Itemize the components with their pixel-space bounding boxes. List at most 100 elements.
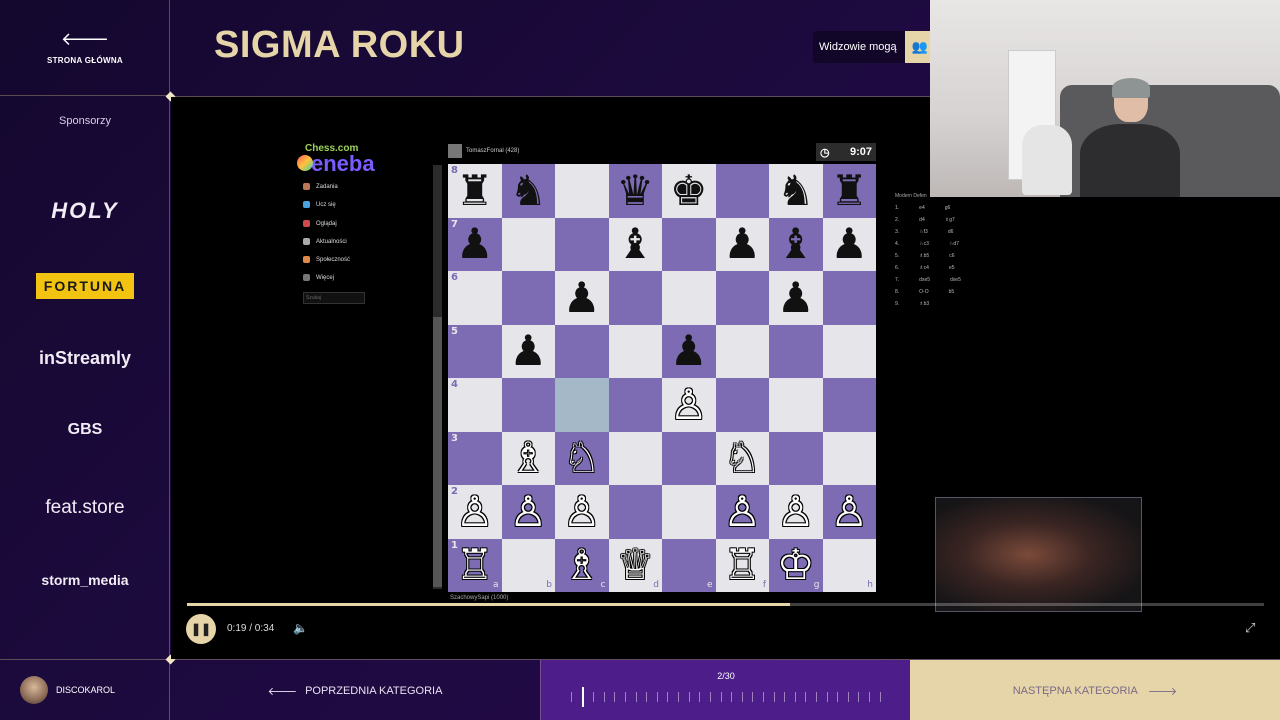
category-tick: [773, 692, 775, 702]
category-tick: [571, 692, 572, 702]
board-square: [715, 164, 769, 218]
board-square: ♟: [555, 271, 609, 325]
category-tick: [752, 692, 754, 702]
category-tick: [656, 692, 658, 702]
category-tick: [699, 692, 701, 702]
sponsor-logo-stormmedia[interactable]: storm_media: [0, 572, 170, 588]
chess-nav-item: Aktualności: [303, 238, 347, 245]
category-tick-active: [581, 687, 584, 707]
category-tick: [635, 692, 637, 702]
news-icon: [303, 238, 310, 245]
board-square: [662, 217, 716, 271]
category-tick: [837, 692, 839, 702]
chess-nav-label: Aktualności: [316, 238, 347, 245]
opening-name: Modern Defen: [895, 193, 927, 199]
sponsor-logo-instreamly[interactable]: inStreamly: [0, 348, 170, 369]
chess-search: Szukaj: [303, 292, 365, 304]
chess-nav-item: Zadania: [303, 183, 338, 190]
board-square: [662, 271, 716, 325]
sponsor-fortuna-text: FORTUNA: [35, 273, 135, 299]
chess-board: 8 ♜ ♞ ♛ ♚ ♞ ♜ 7 ♟ ♝ ♟ ♝ ♟ 6 ♟ ♟ 5 ♟ ♟ 4 …: [448, 164, 876, 592]
board-square: 3: [448, 431, 502, 485]
arrow-right-icon: 🡒: [1147, 685, 1178, 698]
video-progress-bar[interactable]: [187, 603, 1264, 606]
sponsors-title: Sponsorzy: [59, 115, 111, 127]
board-square: ♜: [822, 164, 876, 218]
category-tick: [847, 692, 849, 702]
volume-icon[interactable]: 🔈: [293, 621, 308, 635]
board-square: [501, 217, 555, 271]
chess-nav-label: Oglądaj: [316, 220, 337, 227]
board-square: ♙: [822, 485, 876, 539]
board-square: h: [822, 538, 876, 592]
fullscreen-icon[interactable]: ⤢: [1245, 620, 1255, 636]
sponsor-logo-fortuna[interactable]: FORTUNA: [0, 273, 170, 299]
board-square: ♕ d: [608, 538, 662, 592]
eneba-logo: eneba: [297, 151, 375, 176]
chess-nav-item: Oglądaj: [303, 220, 337, 227]
sponsor-logo-holy[interactable]: HOLY: [0, 198, 170, 224]
board-square: [769, 378, 823, 432]
board-square: ♘: [555, 431, 609, 485]
board-square: ♙: [715, 485, 769, 539]
next-category-button[interactable]: NASTĘPNA KATEGORIA 🡒: [910, 660, 1280, 720]
puzzle-icon: [303, 183, 310, 190]
category-tick: [858, 692, 860, 702]
move-row: 4. ♘c3 ♘d7: [895, 241, 959, 247]
player-avatar: [448, 144, 462, 158]
board-square: ♚: [662, 164, 716, 218]
move-row: 7. dxe5 dxe5: [895, 277, 961, 283]
avatar: [20, 676, 48, 704]
board-square: ♛: [608, 164, 662, 218]
board-square: ♟: [662, 324, 716, 378]
board-square: [608, 271, 662, 325]
home-button[interactable]: 🡐 STRONA GŁÓWNA: [0, 0, 170, 96]
category-tick: [614, 692, 616, 702]
move-row: 6. ♗c4 e5: [895, 265, 955, 271]
board-square: [501, 378, 555, 432]
viewers-control[interactable]: Widzowie mogą 👥: [813, 31, 935, 63]
board-square: ♟: [822, 217, 876, 271]
community-icon: [303, 256, 310, 263]
category-tick: [805, 692, 807, 702]
username: DISCOKAROL: [56, 685, 116, 695]
board-square: ♟: [715, 217, 769, 271]
user-profile[interactable]: DISCOKAROL: [0, 659, 170, 720]
board-square: [769, 431, 823, 485]
board-square: ♔ g: [769, 538, 823, 592]
move-row: 1. e4 g6: [895, 205, 951, 211]
top-player-bar: TomaszFornal (428): [448, 141, 876, 161]
category-tick: [731, 692, 733, 702]
sponsor-logo-featstore[interactable]: feat.store: [0, 497, 170, 519]
board-square: ♝: [769, 217, 823, 271]
move-row: 2. d4 ♗g7: [895, 217, 955, 223]
more-icon: [303, 274, 310, 281]
bottom-nav: 🡐 POPRZEDNIA KATEGORIA 2/30 NASTĘPNA KAT…: [170, 659, 1280, 720]
board-square: [608, 378, 662, 432]
board-square: [769, 324, 823, 378]
chess-clock: ◷ 9:07: [816, 143, 876, 161]
chess-nav-label: Ucz się: [316, 201, 336, 208]
board-square: [662, 431, 716, 485]
board-square: [608, 324, 662, 378]
move-row: 3. ♘f3 d6: [895, 229, 954, 235]
board-square: ♘: [715, 431, 769, 485]
board-square: [555, 164, 609, 218]
streamer-image: [1080, 78, 1180, 197]
chess-sidebar: Chess.com eneba Zadania Ucz się Oglądaj …: [297, 137, 421, 607]
board-square: [822, 324, 876, 378]
category-counter: 2/30: [717, 671, 735, 681]
viewers-label: Widzowie mogą: [819, 41, 897, 53]
board-square: [608, 485, 662, 539]
category-tick: [762, 692, 764, 702]
board-square: 4: [448, 378, 502, 432]
sidebar: 🡐 STRONA GŁÓWNA Sponsorzy HOLY FORTUNA i…: [0, 0, 170, 720]
pause-button[interactable]: ❚❚: [186, 614, 216, 644]
arrow-left-icon: 🡐: [60, 29, 110, 49]
board-square: ♝: [608, 217, 662, 271]
board-square: ♖ f: [715, 538, 769, 592]
prev-category-button[interactable]: 🡐 POPRZEDNIA KATEGORIA: [170, 660, 540, 720]
board-square: ♟: [501, 324, 555, 378]
prev-category-label: POPRZEDNIA KATEGORIA: [305, 684, 443, 697]
sponsor-logo-gbs[interactable]: GBS: [0, 421, 170, 439]
